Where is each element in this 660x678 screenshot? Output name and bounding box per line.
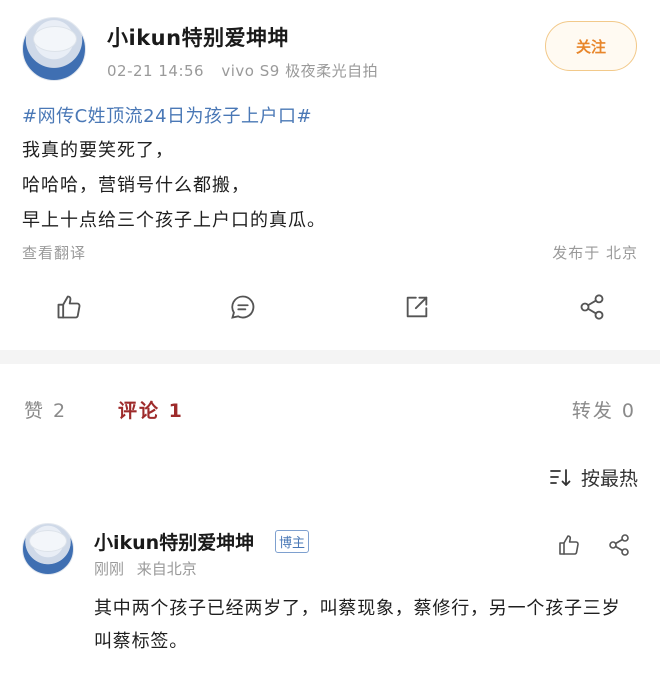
- comment-line-1: 其中两个孩子已经两岁了，叫蔡现象，蔡修行，另一个孩子三岁: [94, 598, 621, 619]
- translate-link[interactable]: 查看翻译: [22, 242, 86, 263]
- comment-time: 刚刚: [94, 560, 125, 578]
- repost-button[interactable]: [400, 290, 434, 324]
- user-avatar[interactable]: [22, 17, 86, 81]
- sort-icon: [550, 468, 571, 486]
- post-location: 发布于 北京: [552, 244, 638, 262]
- repost-icon: [406, 296, 428, 318]
- post-device: vivo S9 极夜柔光自拍: [221, 62, 379, 80]
- share-icon: [609, 534, 629, 556]
- comment-avatar[interactable]: [22, 523, 74, 575]
- tab-reposts[interactable]: 转发 0: [572, 396, 636, 423]
- sort-toggle[interactable]: 按最热: [549, 464, 638, 491]
- post-meta: 02-21 14:56 vivo S9 极夜柔光自拍: [107, 60, 390, 81]
- share-button[interactable]: [575, 290, 609, 324]
- like-button[interactable]: [52, 290, 86, 324]
- share-icon: [580, 294, 604, 320]
- comment-location: 来自北京: [136, 560, 197, 578]
- sort-label: 按最热: [580, 468, 638, 490]
- comment-share-button[interactable]: [605, 531, 633, 559]
- author-badge: 博主: [275, 530, 310, 553]
- follow-button[interactable]: 关注: [545, 21, 637, 71]
- avatar-scribble: [33, 26, 77, 52]
- comment-like-button[interactable]: [555, 531, 583, 559]
- comment-line-2: 叫蔡标签。: [94, 631, 188, 652]
- tab-comments[interactable]: 评论 1: [118, 396, 184, 423]
- post-line-1: 我真的要笑死了，: [22, 140, 174, 161]
- post-hashtag[interactable]: #网传C姓顶流24日为孩子上户口#: [22, 102, 312, 128]
- comment-meta: 刚刚 来自北京: [94, 558, 205, 579]
- post-username[interactable]: 小ikun特别爱坤坤: [107, 22, 289, 52]
- thumbs-up-icon: [559, 535, 579, 555]
- comment-avatar-scribble: [29, 530, 67, 552]
- post-line-2: 哈哈哈，营销号什么都搬，: [22, 175, 250, 196]
- section-divider: [0, 350, 660, 364]
- post-line-3: 早上十点给三个孩子上户口的真瓜。: [22, 210, 326, 231]
- weibo-post: 小ikun特别爱坤坤 02-21 14:56 vivo S9 极夜柔光自拍 关注…: [0, 0, 660, 350]
- tab-likes[interactable]: 赞 2: [24, 396, 67, 423]
- comment-button[interactable]: [226, 290, 260, 324]
- interaction-tabs: 赞 2 评论 1 转发 0: [0, 364, 660, 454]
- comment-icon: [231, 295, 255, 319]
- post-date: 02-21 14:56: [107, 62, 205, 80]
- thumbs-up-icon: [57, 295, 81, 319]
- comment-username[interactable]: 小ikun特别爱坤坤: [94, 528, 254, 555]
